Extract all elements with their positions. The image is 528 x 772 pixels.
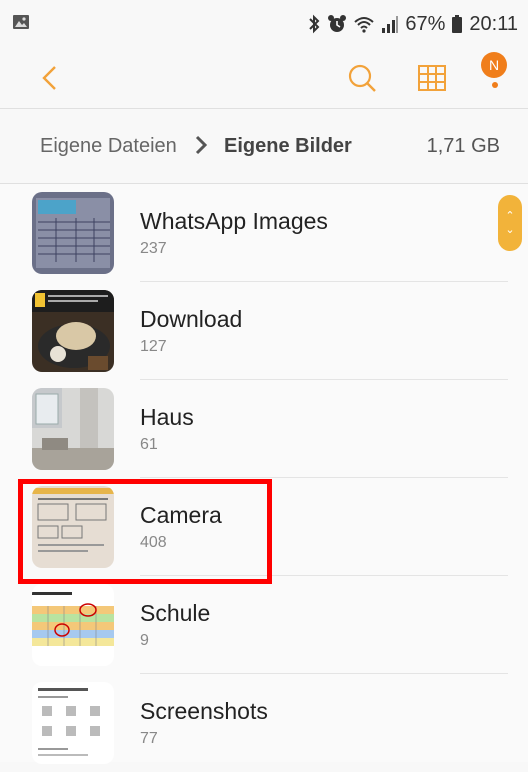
back-arrow-icon[interactable]: [34, 60, 70, 96]
folder-list: WhatsApp Images 237 Download 127 Haus 61…: [0, 184, 528, 764]
folder-thumbnail: [32, 388, 114, 470]
folder-name: Schule: [140, 600, 211, 626]
grid-view-icon[interactable]: [414, 60, 450, 96]
chevron-right-icon: [195, 135, 208, 155]
clock: 20:11: [469, 12, 518, 35]
search-icon[interactable]: [344, 60, 380, 96]
list-item[interactable]: Schule 9: [0, 576, 528, 674]
folder-name: Screenshots: [140, 698, 268, 724]
battery-percent: 67%: [405, 12, 446, 35]
status-icons: 67% 20:11: [307, 10, 518, 38]
notification-dot: [492, 82, 498, 88]
fast-scroll-handle[interactable]: ⌃ ⌄: [498, 195, 522, 251]
list-item[interactable]: WhatsApp Images 237: [0, 184, 528, 282]
folder-name: Download: [140, 306, 243, 332]
breadcrumb-root[interactable]: Eigene Dateien: [40, 135, 177, 158]
folder-count: 127: [140, 338, 167, 355]
alarm-icon: [328, 15, 347, 32]
signal-icon: [382, 16, 399, 33]
folder-count: 9: [140, 632, 149, 649]
bluetooth-icon: [309, 14, 320, 34]
storage-size: 1,71 GB: [426, 135, 500, 157]
app-bar: N: [0, 48, 528, 108]
folder-count: 237: [140, 240, 167, 257]
folder-name: WhatsApp Images: [140, 208, 328, 234]
notification-badge: N: [481, 52, 507, 78]
chevron-down-icon: ⌄: [505, 224, 515, 236]
folder-thumbnail: [32, 584, 114, 666]
folder-name: Haus: [140, 404, 194, 430]
breadcrumb: Eigene Dateien Eigene Bilder 1,71 GB: [0, 109, 528, 183]
gallery-icon: [13, 15, 29, 29]
list-item[interactable]: Haus 61: [0, 380, 528, 478]
list-item[interactable]: Download 127: [0, 282, 528, 380]
breadcrumb-current: Eigene Bilder: [224, 135, 352, 157]
folder-thumbnail: [32, 682, 114, 764]
highlight-box: [18, 479, 272, 584]
chevron-up-icon: ⌃: [505, 210, 515, 222]
folder-count: 77: [140, 730, 158, 747]
notification-button[interactable]: N: [481, 52, 509, 96]
folder-thumbnail: [32, 290, 114, 372]
wifi-icon: [354, 17, 375, 33]
folder-thumbnail: [32, 192, 114, 274]
status-bar: 67% 20:11: [0, 0, 528, 48]
list-item[interactable]: Screenshots 77: [0, 674, 528, 772]
battery-icon: [452, 15, 463, 33]
folder-count: 61: [140, 436, 158, 453]
